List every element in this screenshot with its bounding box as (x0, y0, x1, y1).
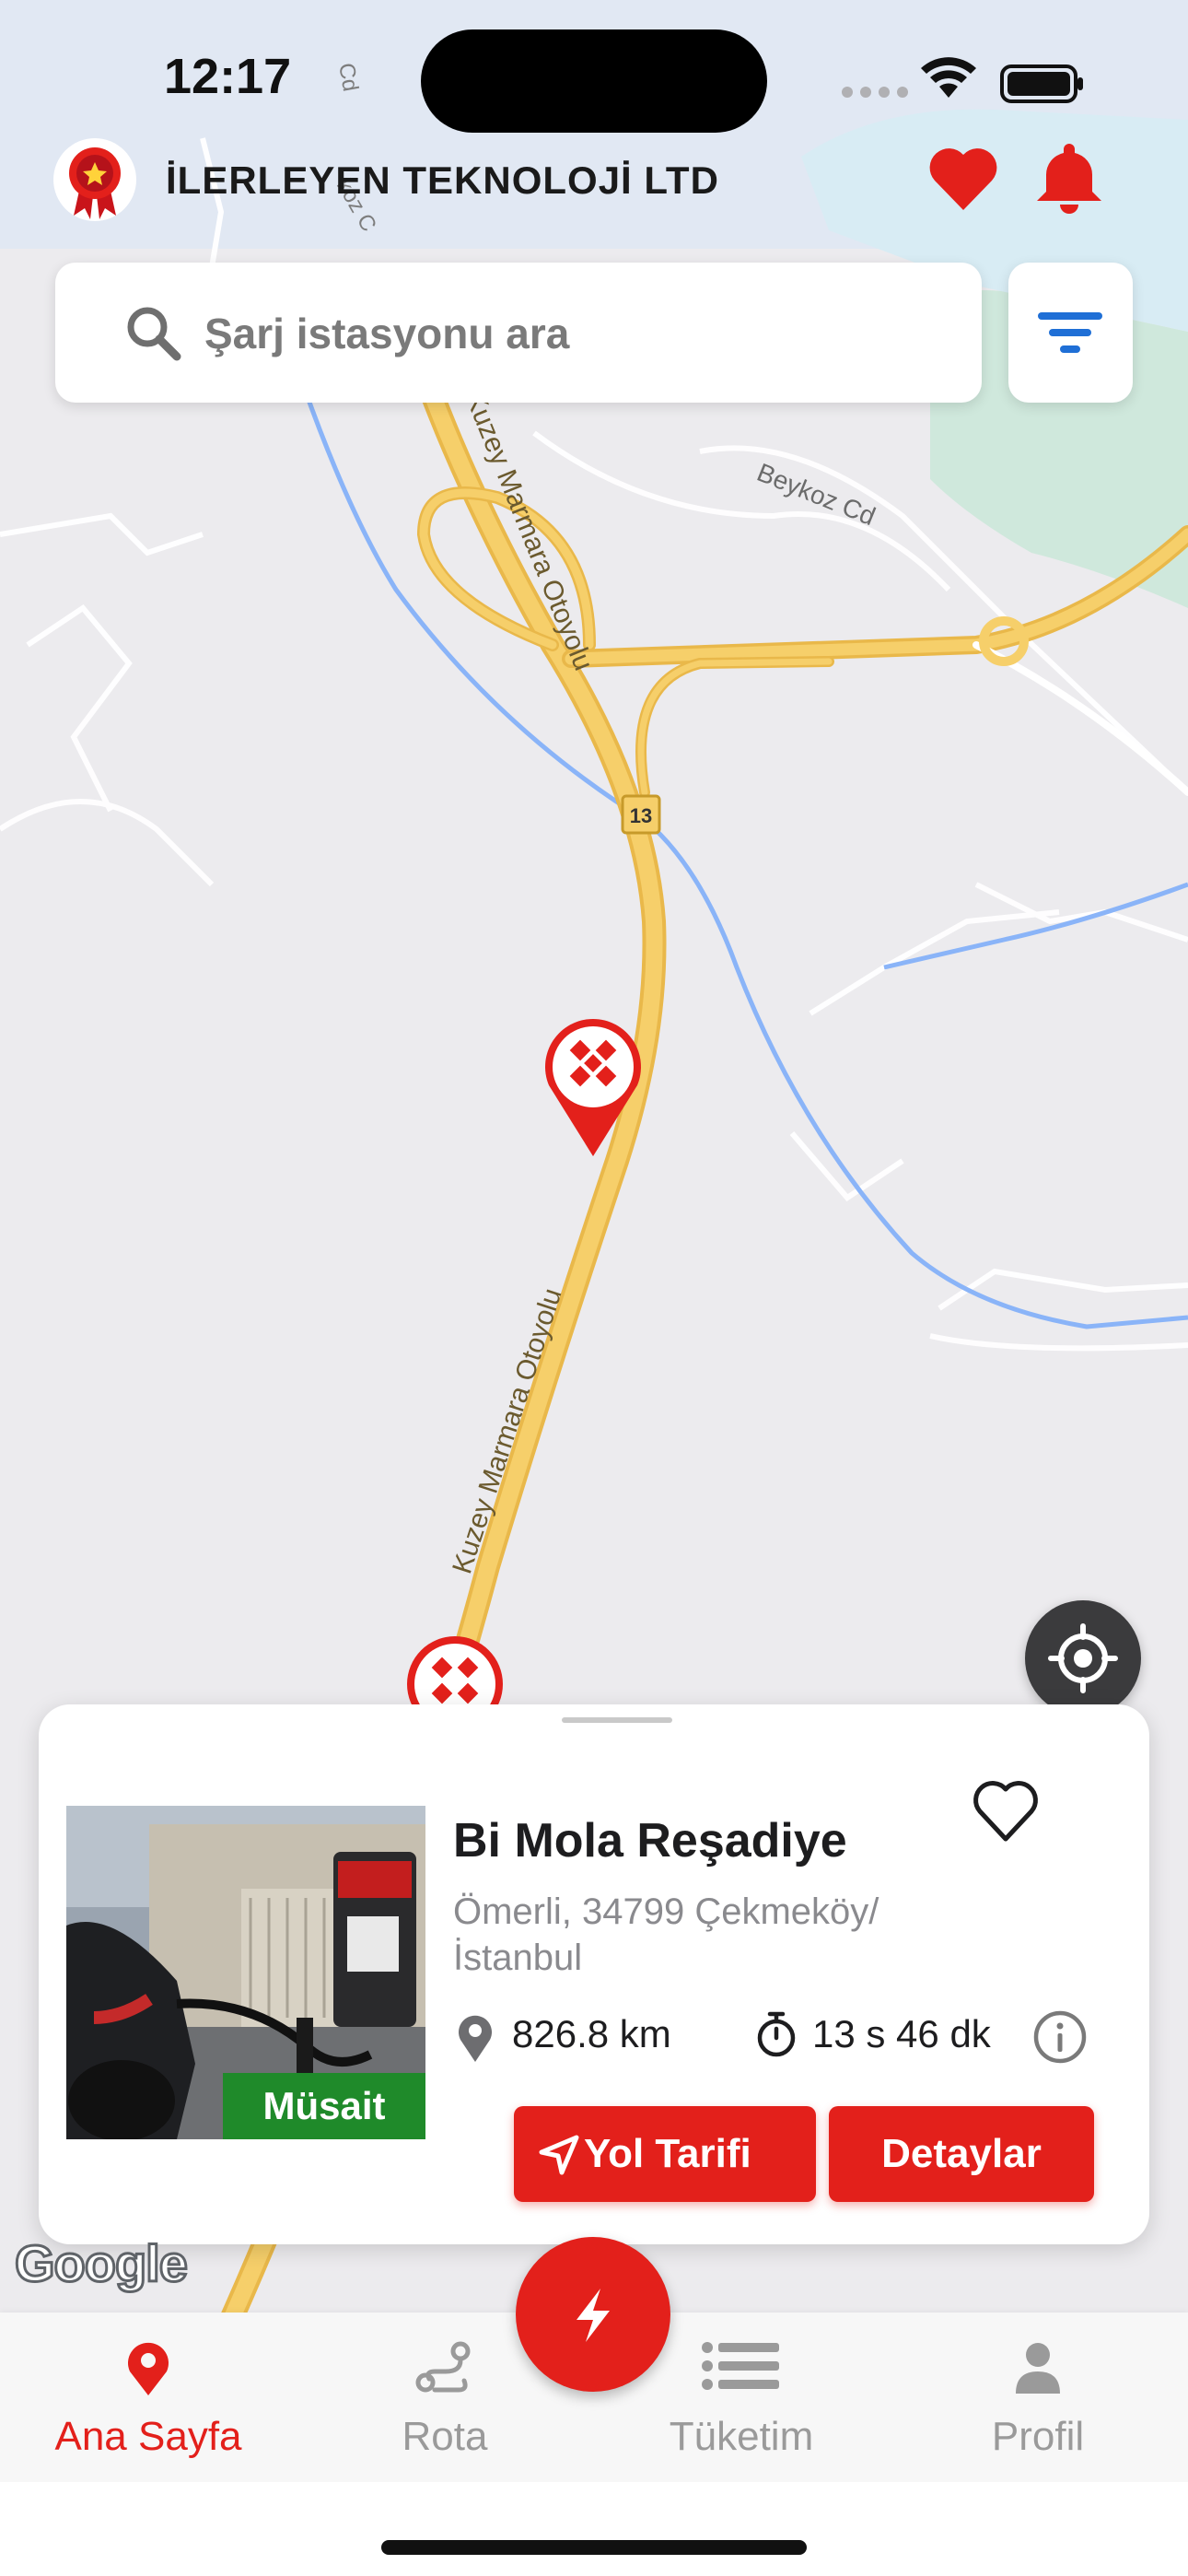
station-card[interactable]: Müsait Bi Mola Reşadiye Ömerli, 34799 Çe… (39, 1704, 1149, 2244)
navigation-arrow-icon (539, 2135, 579, 2175)
route-shield: 13 (621, 794, 661, 835)
filter-button[interactable] (1008, 263, 1133, 403)
search-icon (127, 307, 181, 361)
search-input[interactable] (203, 296, 943, 371)
tab-label: Tüketim (669, 2414, 814, 2459)
tab-label: Rota (402, 2414, 488, 2459)
notification-bell-icon[interactable] (1031, 138, 1107, 217)
station-name: Bi Mola Reşadiye (453, 1814, 847, 1868)
favorite-heart-icon[interactable] (969, 1774, 1042, 1848)
tab-profil[interactable]: Profil (890, 2313, 1186, 2482)
dynamic-island (421, 29, 767, 133)
station-address: Ömerli, 34799 Çekmeköy/ İstanbul (453, 1891, 879, 1978)
station-distance: 826.8 km (512, 2012, 671, 2055)
favorites-heart-icon[interactable] (926, 142, 1001, 217)
search-bar[interactable] (55, 263, 982, 403)
my-location-button[interactable] (1025, 1600, 1141, 1716)
route-icon (415, 2341, 471, 2393)
tab-label: Profil (991, 2414, 1085, 2459)
company-name: İLERLEYEN TEKNOLOJİ LTD (166, 158, 719, 202)
home-indicator (381, 2540, 807, 2555)
station-photo: Müsait (66, 1806, 425, 2139)
info-icon[interactable] (1031, 2008, 1089, 2066)
directions-button[interactable]: Yol Tarifi (514, 2106, 816, 2202)
directions-label: Yol Tarifi (584, 2131, 751, 2176)
company-logo (53, 138, 136, 221)
location-pin-icon (459, 2015, 492, 2062)
timer-icon (757, 2011, 796, 2057)
google-attribution: Google (14, 2233, 190, 2294)
svg-text:13: 13 (630, 804, 652, 827)
home-indicator-area (0, 2482, 1188, 2576)
drag-handle[interactable] (562, 1717, 672, 1723)
tab-label: Ana Sayfa (54, 2414, 242, 2459)
filter-icon (1038, 312, 1102, 353)
details-button[interactable]: Detaylar (829, 2106, 1094, 2202)
station-duration: 13 s 46 dk (812, 2012, 991, 2055)
tab-ana-sayfa[interactable]: Ana Sayfa (0, 2313, 297, 2482)
map-pin-icon (128, 2342, 169, 2395)
status-icons (842, 57, 1083, 103)
charge-fab-button[interactable] (516, 2237, 670, 2392)
crosshair-icon (1048, 1623, 1118, 1693)
wifi-icon (921, 57, 976, 98)
status-time: 12:17 (164, 49, 292, 104)
availability-badge: Müsait (223, 2073, 425, 2139)
person-icon (1016, 2343, 1060, 2394)
battery-icon (1000, 64, 1083, 103)
lightning-icon (577, 2289, 610, 2342)
details-label: Detaylar (881, 2131, 1042, 2176)
list-icon (702, 2342, 779, 2390)
map-label-cd: Cd (333, 61, 363, 93)
